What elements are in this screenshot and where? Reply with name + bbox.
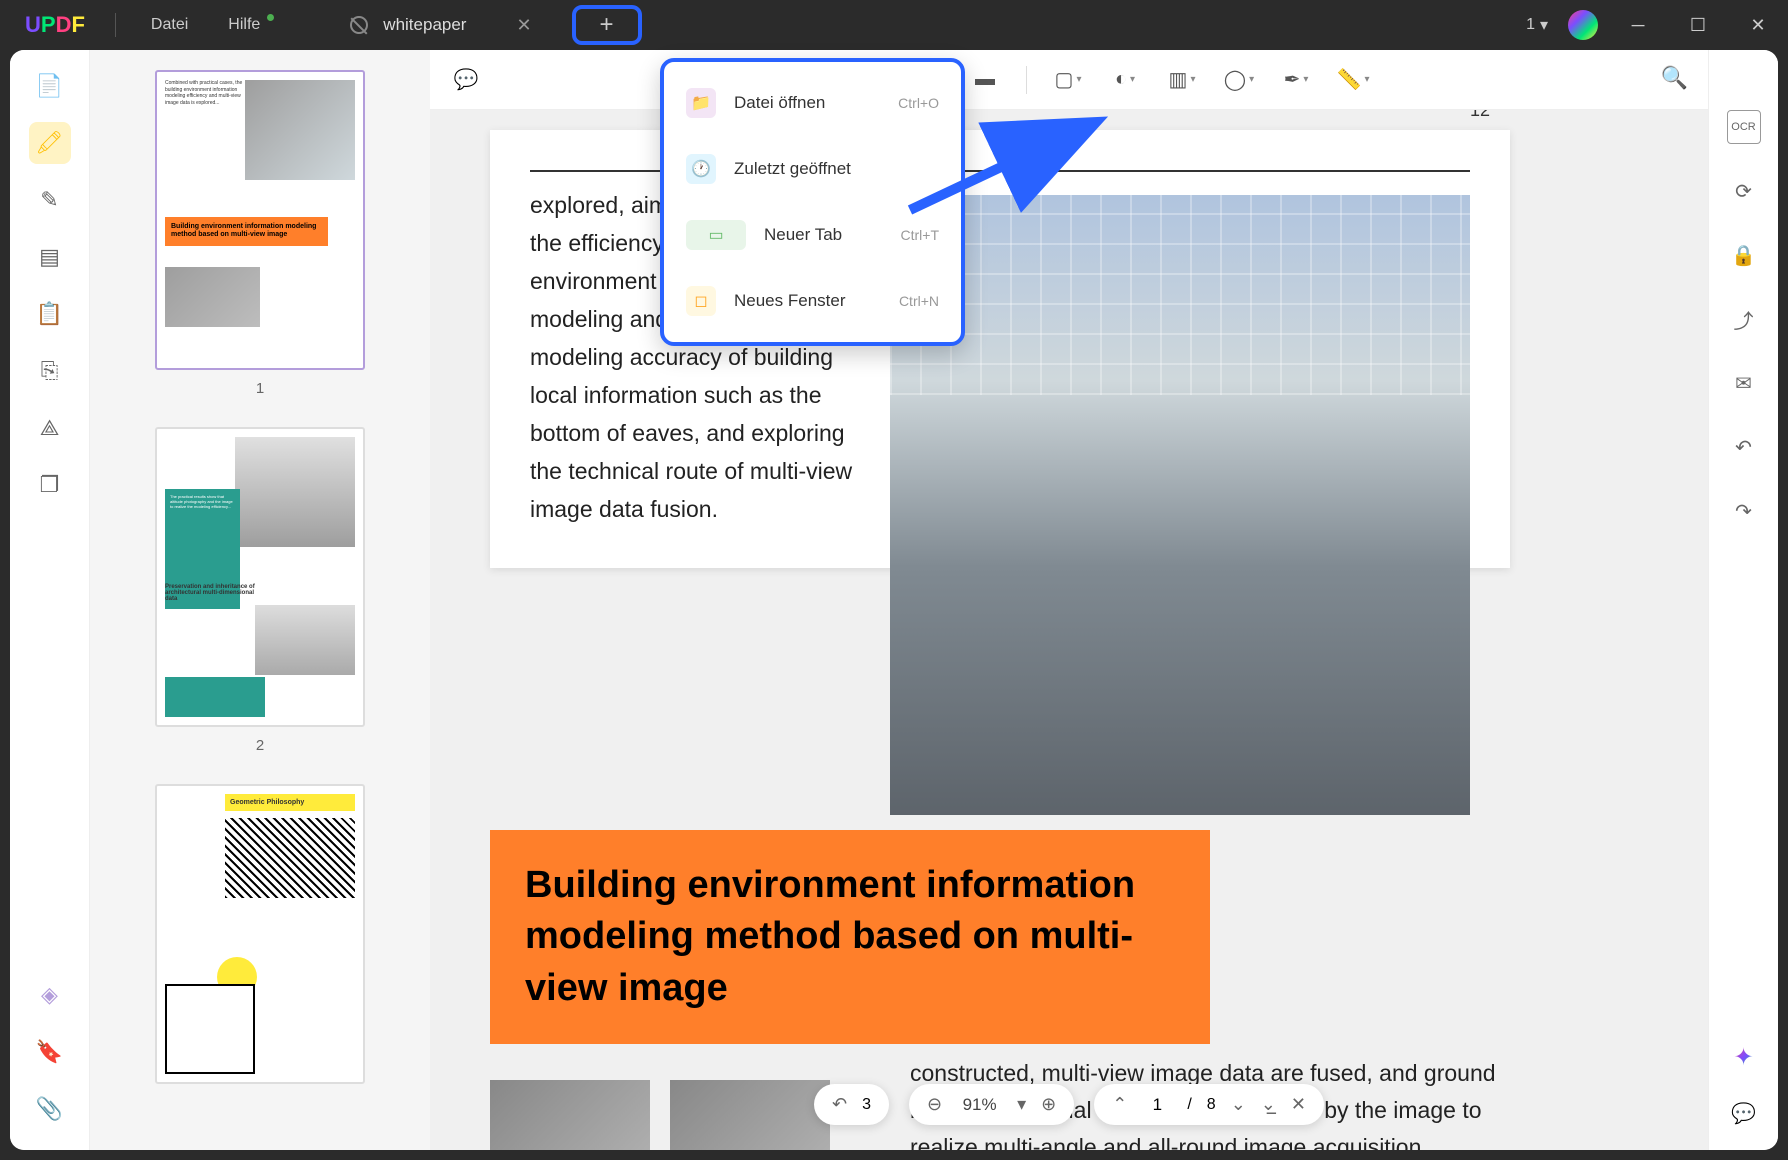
dropdown-new-tab[interactable]: ▭ Neuer Tab Ctrl+T — [664, 202, 961, 268]
zoom-value: 91% — [957, 1095, 1002, 1115]
chat-icon[interactable]: 💬 — [1727, 1096, 1761, 1130]
area-highlight-icon[interactable]: ▬ — [969, 64, 1001, 96]
zoom-pill: ⊖ 91% ▾ ⊕ — [909, 1084, 1074, 1125]
zoom-out-icon[interactable]: ⊖ — [927, 1094, 942, 1115]
document-heading: Building environment information modelin… — [525, 860, 1175, 1014]
highlight-mode-icon[interactable]: 🖍 — [29, 122, 71, 164]
account-dropdown[interactable]: 1 ▾ — [1526, 15, 1548, 35]
compare-icon[interactable]: ⎘ — [29, 350, 71, 392]
folder-icon: 📁 — [686, 88, 716, 118]
annotation-toolbar: 💬 T ⌐T ▲ ▬ ▢ ◐ ▥ ◯ ✒ 📏 — [430, 50, 1708, 110]
thumbnail-item[interactable]: Combined with practical cases, the build… — [110, 70, 410, 397]
thumbnail-item[interactable]: The practical results show that altitude… — [110, 427, 410, 754]
stack-icon[interactable]: ❐ — [29, 464, 71, 506]
search-icon[interactable]: 🔍 — [1661, 65, 1688, 91]
new-tab-dropdown: 📁 Datei öffnen Ctrl+O 🕐 Zuletzt geöffnet… — [660, 58, 965, 346]
new-tab-button[interactable]: + — [572, 5, 642, 45]
email-icon[interactable]: ✉ — [1727, 366, 1761, 400]
rainbow-icon[interactable] — [1568, 10, 1598, 40]
close-window-icon[interactable]: ✕ — [1738, 15, 1778, 36]
tab-document-icon — [350, 16, 368, 34]
undo-count: 3 — [862, 1096, 871, 1114]
zoom-in-icon[interactable]: ⊕ — [1041, 1094, 1056, 1115]
measure-icon[interactable]: 📏 — [1337, 64, 1369, 96]
page-total: 8 — [1207, 1096, 1216, 1114]
thumb-num-2: 2 — [110, 737, 410, 754]
convert-icon[interactable]: ⟳ — [1727, 174, 1761, 208]
ocr-icon[interactable]: OCR — [1727, 110, 1761, 144]
shape-icon[interactable]: ▢ — [1052, 64, 1084, 96]
zoom-dropdown-icon[interactable]: ▾ — [1017, 1094, 1026, 1115]
undo-icon[interactable]: ↶ — [832, 1094, 847, 1115]
ai-sparkle-icon[interactable] — [1730, 1043, 1758, 1071]
chart-icon[interactable]: ▥ — [1166, 64, 1198, 96]
page-current[interactable]: 1 — [1142, 1095, 1172, 1115]
dropdown-new-window[interactable]: ◻ Neues Fenster Ctrl+N — [664, 268, 961, 334]
dropdown-recent[interactable]: 🕐 Zuletzt geöffnet — [664, 136, 961, 202]
redo-side-icon[interactable]: ↷ — [1727, 494, 1761, 528]
left-sidebar: 📄 🖍 ✎ ▤ 📋 ⎘ ⟁ ❐ ◈ 🔖 📎 — [10, 50, 90, 1150]
menu-file[interactable]: Datei — [131, 16, 208, 34]
document-image — [890, 195, 1470, 815]
menu-help[interactable]: Hilfe — [208, 16, 280, 34]
thumbnails-panel: Combined with practical cases, the build… — [90, 50, 430, 1150]
dropdown-open-file[interactable]: 📁 Datei öffnen Ctrl+O — [664, 70, 961, 136]
document-page: 12 explored, aiming at improving the eff… — [490, 130, 1510, 568]
undo-side-icon[interactable]: ↶ — [1727, 430, 1761, 464]
tab-title: whitepaper — [383, 15, 466, 35]
tab-icon: ▭ — [686, 220, 746, 250]
clock-icon: 🕐 — [686, 154, 716, 184]
layers-icon[interactable]: ◈ — [29, 974, 71, 1016]
next-page-icon[interactable]: ⌄ — [1231, 1094, 1246, 1115]
form-mode-icon[interactable]: 📋 — [29, 293, 71, 335]
crop-icon[interactable]: ⟁ — [29, 407, 71, 449]
divider — [115, 13, 116, 37]
close-nav-icon[interactable]: ✕ — [1291, 1094, 1306, 1115]
comment-icon[interactable]: 💬 — [450, 64, 482, 96]
bookmark-icon[interactable]: 🔖 — [29, 1031, 71, 1073]
last-page-icon[interactable]: ⌄̲ — [1261, 1094, 1276, 1115]
document-tab[interactable]: whitepaper ✕ — [320, 5, 561, 45]
minimize-icon[interactable]: ─ — [1618, 15, 1658, 36]
thumbnail-item[interactable]: Geometric Philosophy — [110, 784, 410, 1084]
maximize-icon[interactable]: ☐ — [1678, 15, 1718, 36]
attachment-icon[interactable]: 📎 — [29, 1088, 71, 1130]
undo-pill: ↶ 3 — [814, 1084, 889, 1125]
edit-mode-icon[interactable]: ✎ — [29, 179, 71, 221]
signature-icon[interactable]: ✒ — [1280, 64, 1312, 96]
stamp-icon[interactable]: ◯ — [1223, 64, 1255, 96]
app-logo: UPDF — [25, 12, 85, 38]
reader-mode-icon[interactable]: 📄 — [29, 65, 71, 107]
share-icon[interactable]: ⤴ — [1727, 302, 1761, 336]
page-nav-pill: ⌃ 1 / 8 ⌄ ⌄̲ ✕ — [1094, 1084, 1324, 1125]
window-icon: ◻ — [686, 286, 716, 316]
document-area: 💬 T ⌐T ▲ ▬ ▢ ◐ ▥ ◯ ✒ 📏 🔍 12 explored, ai… — [430, 50, 1708, 1150]
right-sidebar: OCR ⟳ 🔒 ⤴ ✉ ↶ ↷ 💬 — [1708, 50, 1778, 1150]
pages-mode-icon[interactable]: ▤ — [29, 236, 71, 278]
sticker-icon[interactable]: ◐ — [1109, 64, 1141, 96]
titlebar: UPDF Datei Hilfe whitepaper ✕ + 1 ▾ ─ ☐ … — [0, 0, 1788, 50]
first-page-icon[interactable]: ⌃ — [1112, 1094, 1127, 1115]
document-heading-box: Building environment information modelin… — [490, 830, 1210, 1044]
bottom-controls: ↶ 3 ⊖ 91% ▾ ⊕ ⌃ 1 / 8 ⌄ ⌄̲ ✕ — [814, 1084, 1324, 1125]
thumb-num-1: 1 — [110, 380, 410, 397]
close-tab-icon[interactable]: ✕ — [516, 15, 531, 36]
protect-icon[interactable]: 🔒 — [1727, 238, 1761, 272]
